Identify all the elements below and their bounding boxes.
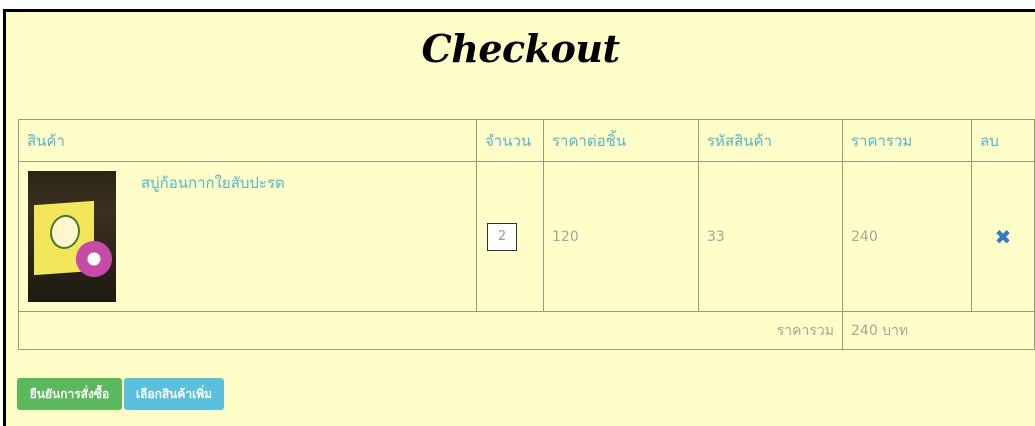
page-title: Checkout	[421, 26, 620, 71]
checkout-panel: Checkout สินค้า จำนวน ราคาต่อชิ้น รหัสสิ…	[3, 9, 1035, 426]
header-delete: ลบ	[971, 119, 1035, 162]
table-header-row: สินค้า จำนวน ราคาต่อชิ้น รหัสสินค้า ราคา…	[18, 119, 1035, 162]
continue-shopping-button[interactable]: เลือกสินค้าเพิ่ม	[124, 378, 224, 410]
close-icon[interactable]: ✖	[995, 225, 1012, 249]
cart-table: สินค้า จำนวน ราคาต่อชิ้น รหัสสินค้า ราคา…	[18, 119, 1035, 350]
header-product: สินค้า	[18, 119, 477, 162]
product-cell: สบู่ก้อนกากใยสับปะรด	[18, 161, 477, 312]
total-cell: 240	[842, 161, 972, 312]
unit-price-cell: 120	[543, 161, 699, 312]
confirm-order-button[interactable]: ยืนยันการสั่งซื้อ	[17, 378, 122, 410]
summary-label: ราคารวม	[18, 311, 843, 350]
summary-row: ราคารวม 240 บาท	[18, 311, 1035, 350]
quantity-cell	[476, 161, 544, 312]
header-total: ราคารวม	[842, 119, 972, 162]
header-product-code: รหัสสินค้า	[698, 119, 843, 162]
quantity-input[interactable]	[487, 222, 517, 251]
table-row: สบู่ก้อนกากใยสับปะรด 120 33 240 ✖	[18, 161, 1035, 312]
header-quantity: จำนวน	[476, 119, 544, 162]
summary-value: 240 บาท	[842, 311, 1035, 350]
header-unit-price: ราคาต่อชิ้น	[543, 119, 699, 162]
product-code-cell: 33	[698, 161, 843, 312]
product-name-link[interactable]: สบู่ก้อนกากใยสับปะรด	[141, 171, 285, 195]
delete-cell: ✖	[971, 161, 1035, 312]
product-image	[28, 171, 116, 302]
